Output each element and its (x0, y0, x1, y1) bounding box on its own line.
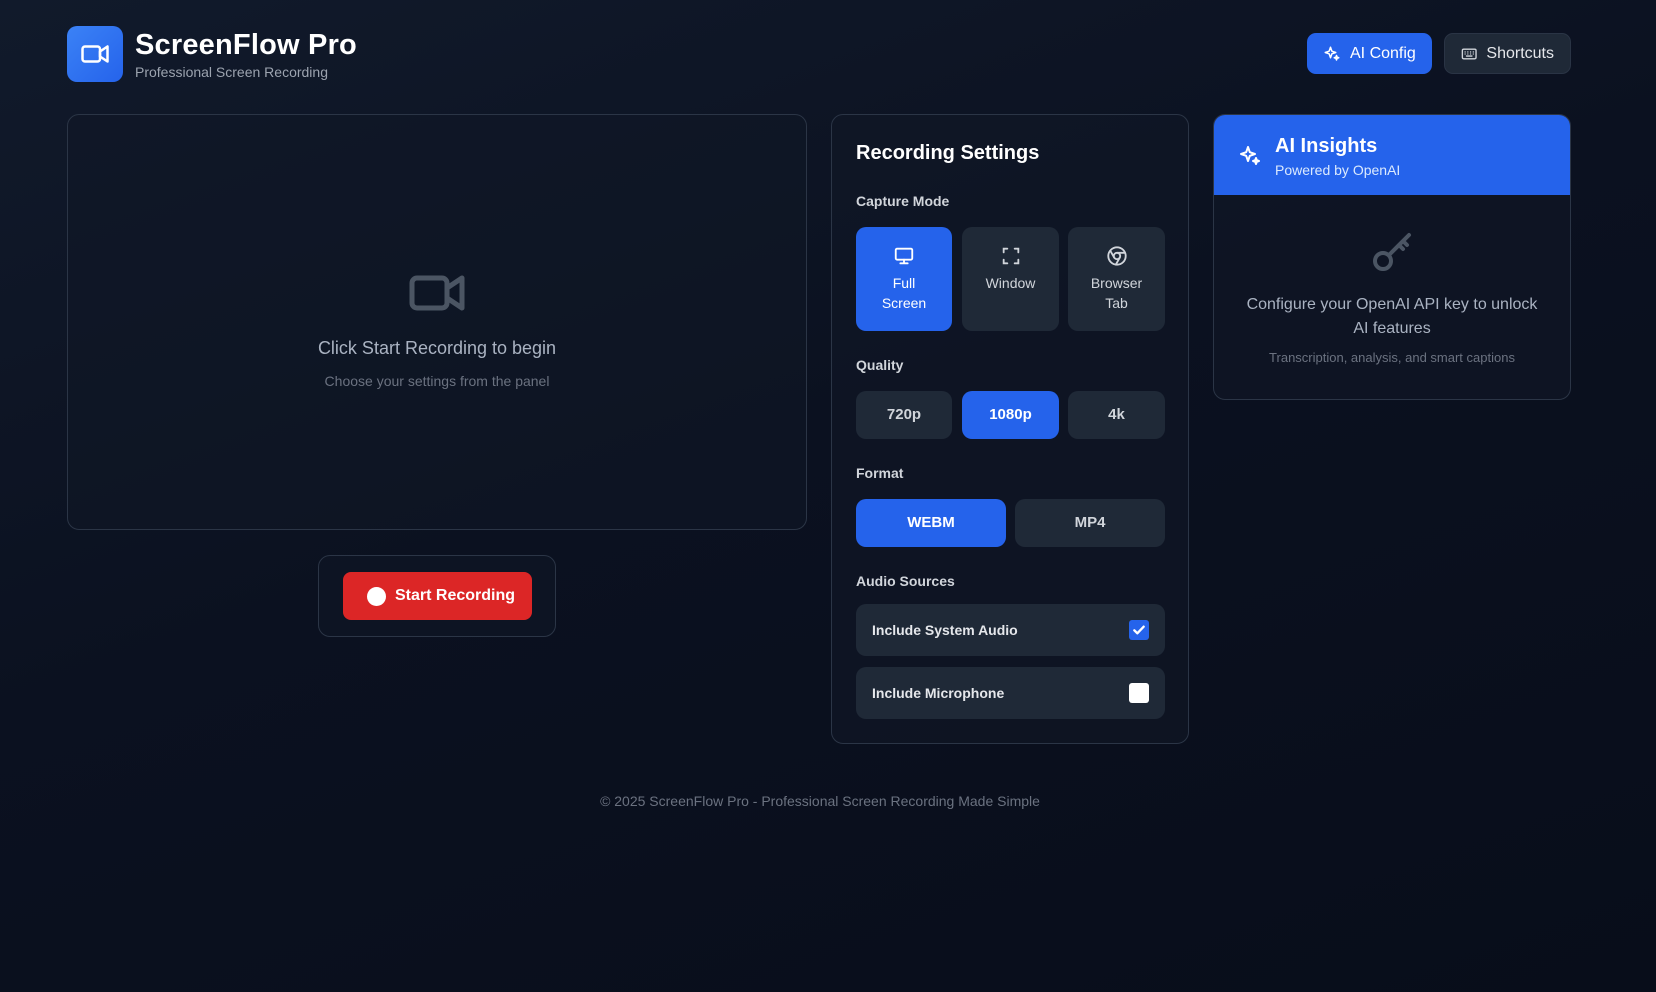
option-label-line2: Tab (1105, 295, 1128, 311)
microphone-toggle[interactable]: Include Microphone (856, 667, 1165, 719)
option-label-line1: Browser (1090, 275, 1143, 291)
ai-insights-subtitle: Powered by OpenAI (1275, 162, 1401, 178)
microphone-checkbox[interactable] (1129, 683, 1149, 703)
quality-label: Quality (856, 357, 904, 373)
system-audio-label: Include System Audio (872, 622, 1018, 638)
monitor-icon (894, 247, 914, 265)
app-title: ScreenFlow Pro (135, 29, 357, 61)
quality-720p[interactable]: 720p (856, 391, 952, 439)
microphone-label: Include Microphone (872, 685, 1005, 701)
app-logo (67, 26, 123, 82)
ai-config-label: AI Config (1350, 44, 1416, 62)
sparkles-icon (1240, 146, 1260, 165)
capture-mode-label: Capture Mode (856, 193, 950, 209)
preview-title: Click Start Recording to begin (317, 338, 557, 358)
checkmark-icon (1133, 625, 1145, 635)
audio-sources-label: Audio Sources (856, 573, 955, 589)
app-subtitle: Professional Screen Recording (135, 64, 328, 80)
record-dot-icon (367, 586, 386, 606)
start-recording-button[interactable]: Start Recording (343, 572, 532, 620)
format-label: Format (856, 465, 904, 481)
ai-insights-panel: AI Insights Powered by OpenAI Configure … (1213, 114, 1571, 400)
option-label-line2: Screen (881, 295, 927, 311)
system-audio-toggle[interactable]: Include System Audio (856, 604, 1165, 656)
ai-insights-message: Configure your OpenAI API key to unlock … (1246, 296, 1538, 337)
ai-insights-header: AI Insights Powered by OpenAI (1214, 115, 1570, 195)
video-camera-icon (81, 45, 109, 63)
shortcuts-button[interactable]: Shortcuts (1444, 33, 1571, 74)
keyboard-icon (1461, 48, 1477, 59)
format-webm[interactable]: WEBM (856, 499, 1006, 547)
option-label-line1: Window (985, 275, 1036, 291)
ai-insights-title: AI Insights (1275, 135, 1378, 157)
shortcuts-label: Shortcuts (1486, 44, 1554, 62)
ai-insights-note: Transcription, analysis, and smart capti… (1269, 350, 1515, 365)
settings-title: Recording Settings (856, 142, 1040, 164)
system-audio-checkbox[interactable] (1129, 620, 1149, 640)
sparkles-icon (1324, 46, 1340, 61)
preview-hint: Choose your settings from the panel (324, 373, 550, 389)
recording-preview: Click Start Recording to begin Choose yo… (67, 114, 807, 530)
capture-mode-full-screen[interactable]: Full Screen (856, 227, 952, 331)
quality-1080p[interactable]: 1080p (962, 391, 1059, 439)
footer-copyright: © 2025 ScreenFlow Pro - Professional Scr… (600, 793, 1040, 809)
capture-mode-window[interactable]: Window (962, 227, 1059, 331)
chrome-icon (1106, 246, 1127, 266)
video-camera-icon (409, 275, 465, 311)
app-header: ScreenFlow Pro Professional Screen Recor… (67, 26, 1571, 82)
start-recording-label: Start Recording (395, 587, 516, 604)
option-label-line1: Full (892, 275, 916, 291)
record-controls: Start Recording (318, 555, 556, 637)
format-mp4[interactable]: MP4 (1015, 499, 1165, 547)
capture-mode-browser-tab[interactable]: Browser Tab (1068, 227, 1165, 331)
fullscreen-frame-icon (1002, 247, 1019, 265)
quality-4k[interactable]: 4k (1068, 391, 1165, 439)
ai-config-button[interactable]: AI Config (1307, 33, 1432, 74)
key-icon (1373, 233, 1411, 271)
recording-settings-panel: Recording Settings Capture Mode Full Scr… (831, 114, 1189, 744)
